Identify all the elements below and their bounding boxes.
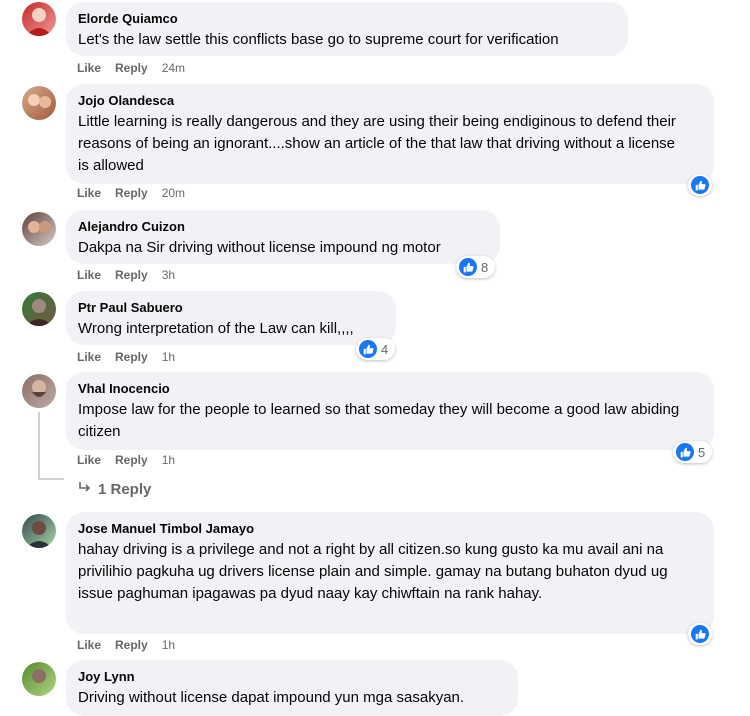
commenter-name[interactable]: Ptr Paul Sabuero (78, 299, 384, 316)
comment-actions: Like Reply 1h (77, 350, 175, 364)
avatar-image (32, 380, 46, 397)
comment-actions: Like Reply 24m (77, 61, 185, 75)
comment-actions: Like Reply 1h (77, 638, 175, 652)
like-button[interactable]: Like (77, 638, 101, 652)
like-button[interactable]: Like (77, 268, 101, 282)
avatar[interactable] (22, 514, 56, 548)
comment-actions: Like Reply 3h (77, 268, 175, 282)
comment-bubble: Vhal Inocencio Impose law for the people… (66, 372, 714, 450)
like-reaction-icon (459, 258, 477, 276)
avatar[interactable] (22, 212, 56, 246)
reply-button[interactable]: Reply (115, 453, 148, 467)
avatar-image (28, 94, 51, 108)
reaction-summary[interactable]: 8 (456, 256, 496, 278)
timestamp[interactable]: 1h (162, 638, 175, 652)
avatar-image (26, 299, 52, 326)
comment-bubble: Joy Lynn Driving without license dapat i… (66, 660, 518, 716)
comment-actions: Like Reply 1h (77, 453, 175, 467)
comment-text: Impose law for the people to learned so … (78, 401, 680, 440)
comment-text: Little learning is really dangerous and … (78, 113, 676, 174)
timestamp[interactable]: 20m (162, 186, 185, 200)
reply-arrow-icon (78, 480, 92, 498)
timestamp[interactable]: 3h (162, 268, 175, 282)
reaction-count: 4 (381, 341, 389, 357)
commenter-name[interactable]: Jose Manuel Timbol Jamayo (78, 520, 702, 537)
timestamp[interactable]: 1h (162, 453, 175, 467)
like-reaction-icon (691, 625, 709, 643)
like-reaction-icon (676, 443, 694, 461)
commenter-name[interactable]: Joy Lynn (78, 668, 506, 685)
comment-bubble: Alejandro Cuizon Dakpa na Sir driving wi… (66, 210, 500, 264)
avatar-image (28, 221, 51, 233)
thread-line (38, 478, 64, 480)
reaction-count: 8 (481, 259, 489, 275)
commenter-name[interactable]: Alejandro Cuizon (78, 218, 488, 235)
comment-actions: Like Reply 20m (77, 186, 185, 200)
comment-bubble: Elorde Quiamco Let's the law settle this… (66, 2, 628, 56)
avatar[interactable] (22, 662, 56, 696)
reply-button[interactable]: Reply (115, 268, 148, 282)
reaction-count: 5 (698, 444, 706, 460)
commenter-name[interactable]: Jojo Olandesca (78, 92, 702, 109)
comment-text: Wrong interpretation of the Law can kill… (78, 320, 354, 337)
timestamp[interactable]: 1h (162, 350, 175, 364)
avatar-image (32, 669, 46, 683)
comment-text: Dakpa na Sir driving without license imp… (78, 239, 441, 256)
comment-text: hahay driving is a privilege and not a r… (78, 541, 668, 602)
comment-text: Driving without license dapat impound yu… (78, 689, 465, 706)
reaction-summary[interactable]: 4 (356, 338, 396, 360)
reply-button[interactable]: Reply (115, 638, 148, 652)
avatar-image (26, 8, 52, 36)
thread-line (38, 412, 40, 480)
like-button[interactable]: Like (77, 350, 101, 364)
reaction-summary[interactable] (688, 174, 712, 196)
comment-bubble: Jojo Olandesca Little learning is really… (66, 84, 714, 184)
comment-bubble: Jose Manuel Timbol Jamayo hahay driving … (66, 512, 714, 634)
like-button[interactable]: Like (77, 186, 101, 200)
reaction-summary[interactable] (688, 623, 712, 645)
reply-button[interactable]: Reply (115, 350, 148, 364)
reaction-summary[interactable]: 5 (673, 441, 713, 463)
timestamp[interactable]: 24m (162, 61, 185, 75)
avatar[interactable] (22, 2, 56, 36)
avatar[interactable] (22, 86, 56, 120)
avatar-image (26, 521, 52, 548)
commenter-name[interactable]: Elorde Quiamco (78, 10, 616, 27)
replies-count-label: 1 Reply (98, 480, 152, 498)
avatar[interactable] (22, 292, 56, 326)
comment-text: Let's the law settle this conflicts base… (78, 31, 559, 48)
like-reaction-icon (359, 340, 377, 358)
like-button[interactable]: Like (77, 453, 101, 467)
reply-button[interactable]: Reply (115, 186, 148, 200)
comment-bubble: Ptr Paul Sabuero Wrong interpretation of… (66, 291, 396, 345)
view-replies-link[interactable]: 1 Reply (78, 480, 151, 498)
like-button[interactable]: Like (77, 61, 101, 75)
avatar[interactable] (22, 374, 56, 408)
like-reaction-icon (691, 176, 709, 194)
reply-button[interactable]: Reply (115, 61, 148, 75)
commenter-name[interactable]: Vhal Inocencio (78, 380, 702, 397)
